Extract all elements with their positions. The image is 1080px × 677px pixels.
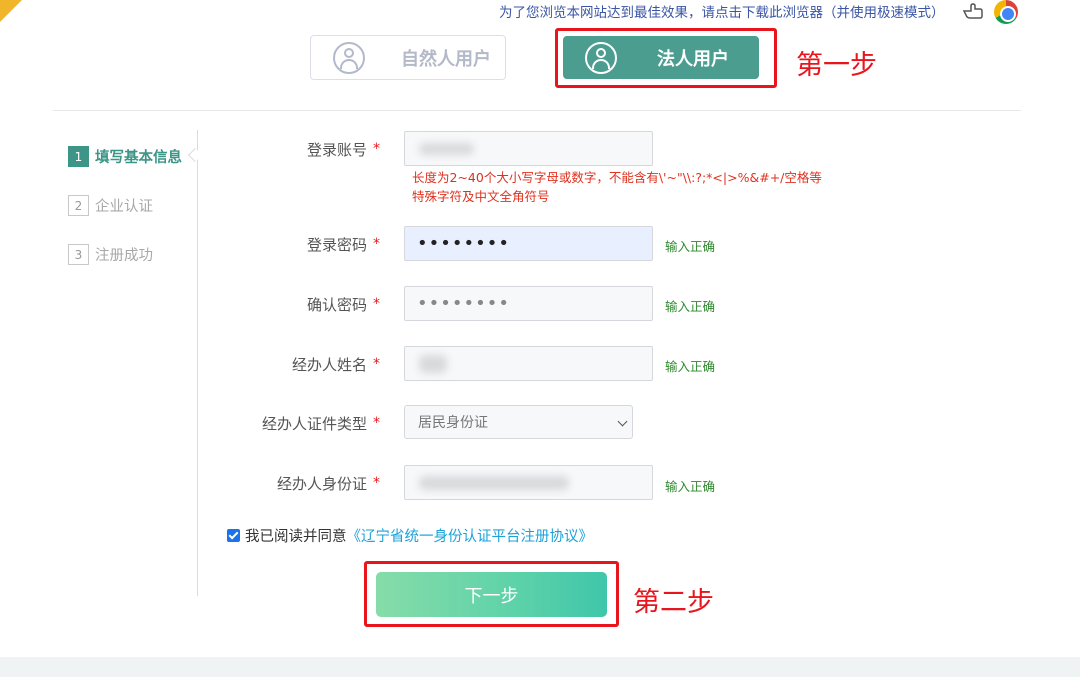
account-label: 登录账号 — [306, 141, 367, 159]
browser-download-tip[interactable]: 为了您浏览本网站达到最佳效果，请点击下载此浏览器（并使用极速模式） — [499, 1, 945, 21]
id-number-label: 经办人身份证 — [276, 475, 367, 493]
confirm-password-input[interactable]: •••••••• — [404, 286, 653, 321]
agent-name-status: 输入正确 — [665, 359, 716, 374]
redacted-value — [419, 476, 569, 490]
step2-annotation: 第二步 — [633, 587, 714, 618]
agreement-row: 我已阅读并同意 《辽宁省统一身份认证平台注册协议》 — [227, 525, 593, 546]
step-register-success: 3 注册成功 — [68, 244, 153, 265]
hand-pointer-icon[interactable] — [962, 2, 984, 20]
user-circle-icon — [333, 41, 365, 74]
agent-name-label: 经办人姓名 — [291, 356, 367, 374]
required-mark: * — [373, 356, 380, 372]
password-value: •••••••• — [417, 233, 510, 254]
id-number-status: 输入正确 — [665, 479, 716, 494]
next-step-button[interactable]: 下一步 — [376, 572, 607, 617]
step-label: 填写基本信息 — [95, 150, 182, 166]
required-mark: * — [373, 296, 380, 312]
agreement-checkbox[interactable] — [227, 529, 240, 542]
agreement-link[interactable]: 《辽宁省统一身份认证平台注册协议》 — [347, 525, 594, 546]
redacted-value — [419, 143, 474, 155]
required-mark: * — [373, 141, 380, 157]
step-number: 3 — [68, 244, 89, 265]
tab-natural-person-label: 自然人用户 — [401, 48, 491, 70]
required-mark: * — [373, 236, 380, 252]
step-number: 1 — [68, 146, 89, 167]
confirm-password-status: 输入正确 — [665, 299, 716, 314]
confirm-password-label: 确认密码 — [306, 296, 367, 314]
tab-natural-person-user[interactable]: 自然人用户 — [310, 35, 506, 80]
required-mark: * — [373, 475, 380, 491]
step1-highlight-box — [555, 28, 777, 88]
active-step-pointer — [187, 147, 203, 163]
step-number: 2 — [68, 195, 89, 216]
footer-band — [0, 657, 1080, 677]
required-mark: * — [373, 415, 380, 431]
account-input[interactable] — [404, 131, 653, 166]
step-fill-basic-info: 1 填写基本信息 — [68, 146, 182, 167]
step-label: 注册成功 — [95, 248, 153, 264]
password-label: 登录密码 — [306, 236, 367, 254]
confirm-password-value: •••••••• — [417, 293, 510, 314]
step-label: 企业认证 — [95, 199, 153, 215]
id-type-label: 经办人证件类型 — [261, 415, 367, 433]
id-number-input[interactable] — [404, 465, 653, 500]
step-enterprise-auth: 2 企业认证 — [68, 195, 153, 216]
chrome-browser-icon[interactable] — [994, 0, 1018, 24]
step1-annotation: 第一步 — [796, 50, 877, 81]
password-status: 输入正确 — [665, 239, 716, 254]
id-type-selected-value: 居民身份证 — [418, 415, 488, 431]
chevron-down-icon — [617, 416, 628, 427]
agreement-text: 我已阅读并同意 — [245, 529, 347, 545]
account-format-hint: 长度为2~40个大小写字母或数字，不能含有\'~"\\:?;*<|>%&#+/空… — [412, 170, 822, 204]
redacted-value — [419, 355, 447, 373]
steps-divider — [197, 130, 198, 596]
agent-name-input[interactable] — [404, 346, 653, 381]
corner-decoration — [0, 0, 22, 22]
id-type-select[interactable]: 居民身份证 — [404, 405, 633, 439]
password-input[interactable]: •••••••• — [404, 226, 653, 261]
header-divider — [53, 110, 1021, 111]
